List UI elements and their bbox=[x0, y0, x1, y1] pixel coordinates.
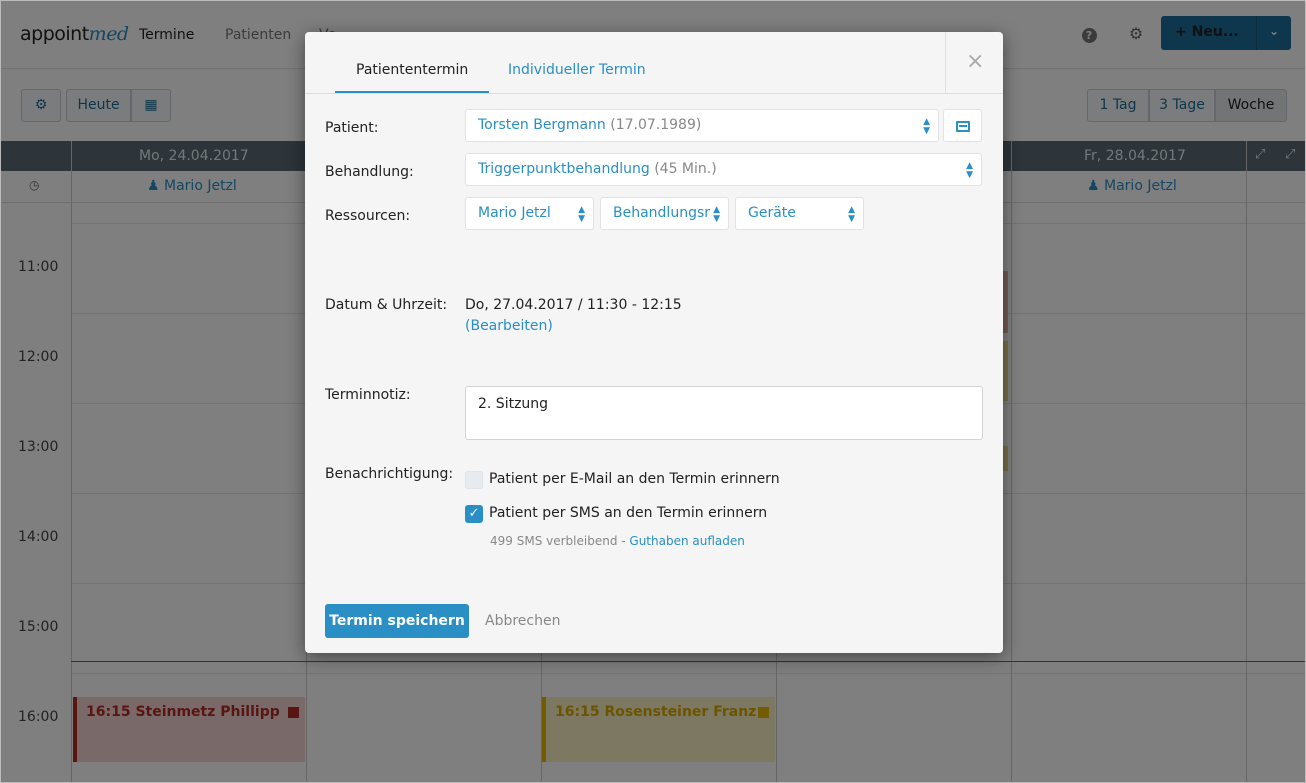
resource-select-room[interactable]: Behandlungsr ▲ ▼ bbox=[600, 197, 729, 230]
sms-reminder-label[interactable]: Patient per SMS an den Termin erinnern bbox=[489, 505, 767, 521]
app-window: appointmed Termine Patienten Ve... ? ⚙ +… bbox=[0, 0, 1306, 783]
cancel-button[interactable]: Abbrechen bbox=[485, 613, 560, 629]
note-textarea[interactable]: 2. Sitzung bbox=[465, 386, 983, 440]
topup-link[interactable]: Guthaben aufladen bbox=[629, 534, 744, 548]
close-button[interactable]: × bbox=[945, 32, 1003, 94]
close-icon: × bbox=[966, 49, 985, 74]
save-button[interactable]: Termin speichern bbox=[325, 604, 469, 638]
patient-label: Patient: bbox=[325, 120, 379, 136]
patient-select[interactable]: Torsten Bergmann (17.07.1989) ▲ ▼ bbox=[465, 109, 939, 142]
behandlung-name: Triggerpunktbehandlung bbox=[478, 161, 650, 177]
resource-value: Mario Jetzl bbox=[478, 205, 551, 221]
resource-value: Geräte bbox=[748, 205, 796, 221]
sms-reminder-checkbox[interactable]: ✓ bbox=[465, 505, 483, 523]
patient-card-button[interactable] bbox=[943, 109, 982, 142]
tab-patiententermin[interactable]: Patiententermin bbox=[335, 62, 490, 93]
behandlung-label: Behandlung: bbox=[325, 164, 414, 180]
sms-info: 499 SMS verbleibend - Guthaben aufladen bbox=[490, 534, 745, 548]
modal-tabs: Patiententermin Individueller Termin bbox=[305, 32, 945, 94]
resource-select-device[interactable]: Geräte ▲ ▼ bbox=[735, 197, 864, 230]
email-reminder-label[interactable]: Patient per E-Mail an den Termin erinner… bbox=[489, 471, 780, 487]
sort-arrows-icon: ▲ ▼ bbox=[848, 205, 855, 224]
patient-name: Torsten Bergmann bbox=[478, 117, 606, 133]
checkmark-icon: ✓ bbox=[468, 506, 480, 521]
sort-arrows-icon: ▲ ▼ bbox=[578, 205, 585, 224]
behandlung-select[interactable]: Triggerpunktbehandlung (45 Min.) ▲ ▼ bbox=[465, 153, 982, 186]
sort-arrows-icon: ▲ ▼ bbox=[923, 117, 930, 136]
datetime-value: Do, 27.04.2017 / 11:30 - 12:15 bbox=[465, 297, 682, 313]
notiz-label: Terminnotiz: bbox=[325, 387, 411, 403]
benachrichtigung-label: Benachrichtigung: bbox=[325, 466, 454, 482]
ressourcen-label: Ressourcen: bbox=[325, 208, 411, 224]
resource-select-therapist[interactable]: Mario Jetzl ▲ ▼ bbox=[465, 197, 594, 230]
sort-arrows-icon: ▲ ▼ bbox=[713, 205, 720, 224]
tab-individueller-termin[interactable]: Individueller Termin bbox=[508, 62, 646, 78]
id-card-icon bbox=[956, 121, 970, 132]
sms-remaining: 499 SMS verbleibend - bbox=[490, 534, 630, 548]
appointment-modal: Patiententermin Individueller Termin × P… bbox=[305, 32, 1003, 653]
email-reminder-checkbox[interactable] bbox=[465, 471, 483, 489]
resource-value: Behandlungsr bbox=[613, 205, 711, 221]
sort-arrows-icon: ▲ ▼ bbox=[966, 161, 973, 180]
behandlung-duration: (45 Min.) bbox=[654, 161, 717, 177]
patient-birthdate: (17.07.1989) bbox=[610, 117, 702, 133]
edit-datetime-link[interactable]: (Bearbeiten) bbox=[465, 318, 553, 334]
datum-label: Datum & Uhrzeit: bbox=[325, 297, 448, 313]
